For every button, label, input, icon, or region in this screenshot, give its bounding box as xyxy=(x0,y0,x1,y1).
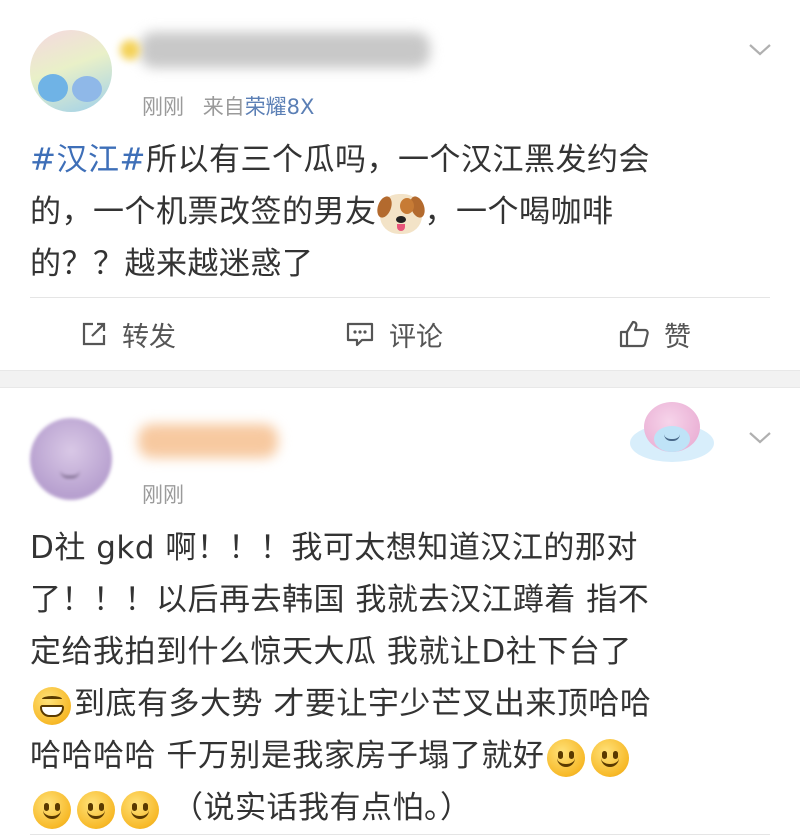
smile-emoji-icon xyxy=(591,738,630,777)
post-text: 所以有三个瓜吗，一个汉江黑发约会 xyxy=(145,142,650,178)
hashtag-link[interactable]: #汉江# xyxy=(30,142,146,178)
smile-emoji-icon xyxy=(33,790,71,829)
post-time: 刚刚 xyxy=(142,95,184,119)
post-from-label: 来自 xyxy=(202,95,245,119)
post-card-1[interactable]: 刚刚 来自荣耀8X #汉江#所以有三个瓜吗，一个汉江黑发约会 的，一个机票改签的… xyxy=(0,0,800,370)
dog-emoji-icon xyxy=(374,193,427,234)
post-text: （说实话我有点怕。） xyxy=(172,790,472,826)
comment-button[interactable]: 评论 xyxy=(345,312,443,356)
username-2-blurred[interactable] xyxy=(138,424,278,458)
smile-emoji-icon xyxy=(77,790,115,829)
post-text: 的，一个机票改签的男友 xyxy=(30,194,377,230)
post-body-2: D社 gkd 啊！！！我可太想知道汉江的那对 了！！！以后再去韩国 我就去汉江蹲… xyxy=(30,522,760,834)
smile-emoji-icon xyxy=(547,738,586,777)
post-text: 定给我拍到什么惊天大瓜 我就让D社下台了 xyxy=(30,634,632,670)
grin-emoji-icon xyxy=(33,686,71,725)
like-label: 赞 xyxy=(664,321,691,353)
post-text: 的？？越来越迷惑了 xyxy=(30,246,314,282)
card-separator xyxy=(0,370,800,388)
user-avatar-1[interactable] xyxy=(30,30,112,112)
post-card-2[interactable]: 刚刚 D社 gkd 啊！！！我可太想知道汉江的那对 了！！！以后再去韩国 我就去… xyxy=(0,388,800,837)
user-avatar-2[interactable] xyxy=(30,418,112,500)
post-text: 到底有多大势 才要让宇少芒叉出来顶哈哈 xyxy=(74,686,652,722)
action-divider xyxy=(30,297,770,298)
repost-icon xyxy=(82,322,106,346)
username-1-blurred[interactable] xyxy=(140,32,430,68)
comment-label: 评论 xyxy=(389,321,443,353)
post-meta-2: 刚刚 xyxy=(142,479,184,509)
post-meta-1: 刚刚 来自荣耀8X xyxy=(142,91,314,121)
repost-label: 转发 xyxy=(122,321,176,353)
bottom-divider xyxy=(30,834,770,835)
post-source-link[interactable]: 荣耀8X xyxy=(245,95,315,119)
post-text: D社 gkd 啊！！！我可太想知道汉江的那对 xyxy=(30,530,638,566)
comment-icon xyxy=(346,322,374,347)
chevron-down-icon[interactable] xyxy=(747,36,773,62)
like-icon xyxy=(619,320,649,348)
repost-button[interactable]: 转发 xyxy=(80,312,176,356)
post-time: 刚刚 xyxy=(142,483,184,507)
badge-icon xyxy=(120,40,140,60)
post-text: ，一个喝咖啡 xyxy=(424,194,614,230)
smile-emoji-icon xyxy=(121,790,159,829)
chevron-down-icon[interactable] xyxy=(747,424,773,450)
sticker-decoration xyxy=(624,396,716,468)
like-button[interactable]: 赞 xyxy=(618,312,691,356)
post-body-1: #汉江#所以有三个瓜吗，一个汉江黑发约会 的，一个机票改签的男友 ，一个喝咖啡 的… xyxy=(30,134,760,290)
post-text: 哈哈哈哈 千万别是我家房子塌了就好 xyxy=(30,738,545,774)
post-text: 了！！！以后再去韩国 我就去汉江蹲着 指不 xyxy=(30,582,650,618)
